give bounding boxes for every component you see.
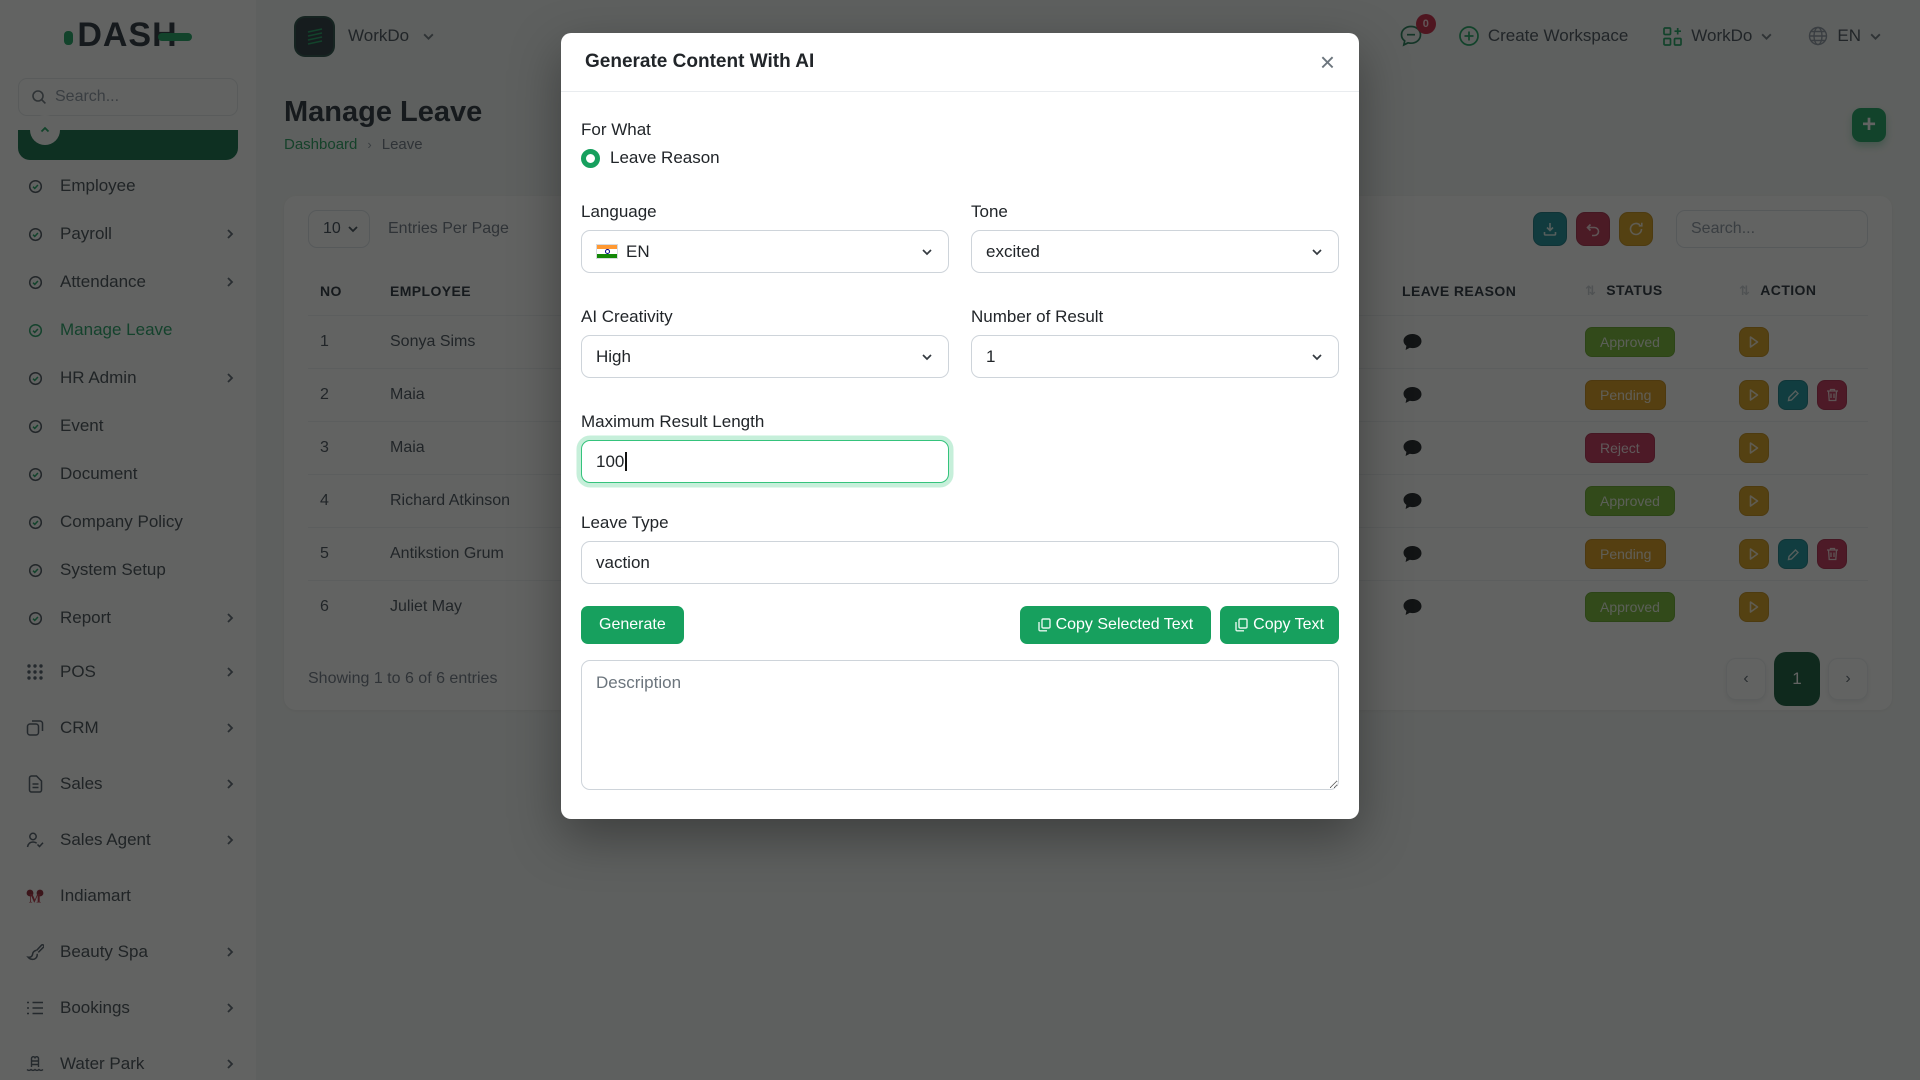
chevron-down-icon [920, 245, 934, 259]
generate-button[interactable]: Generate [581, 606, 684, 644]
copy-icon [1038, 618, 1051, 632]
tone-label: Tone [971, 202, 1339, 222]
copy-icon [1235, 618, 1248, 632]
for-what-label: For What [581, 120, 1339, 140]
leave-type-input[interactable]: vaction [581, 541, 1339, 584]
chevron-down-icon [1310, 245, 1324, 259]
number-of-result-select[interactable]: 1 [971, 335, 1339, 378]
text-caret [625, 452, 627, 471]
copy-selected-text-button[interactable]: Copy Selected Text [1020, 606, 1212, 644]
chevron-down-icon [920, 350, 934, 364]
leave-reason-radio[interactable] [581, 149, 600, 168]
language-select[interactable]: EN [581, 230, 949, 273]
generate-ai-modal: Generate Content With AI × For What Leav… [561, 33, 1359, 819]
max-result-length-label: Maximum Result Length [581, 412, 949, 432]
language-label: Language [581, 202, 949, 222]
leave-type-label: Leave Type [581, 513, 1339, 533]
app-canvas: DASH Employee [0, 0, 1920, 1080]
india-flag-icon [596, 244, 618, 259]
ai-creativity-label: AI Creativity [581, 307, 949, 327]
chevron-down-icon [1310, 350, 1324, 364]
description-textarea[interactable] [581, 660, 1339, 790]
modal-title: Generate Content With AI [585, 51, 814, 73]
ai-creativity-select[interactable]: High [581, 335, 949, 378]
close-icon[interactable]: × [1320, 49, 1335, 75]
number-of-result-label: Number of Result [971, 307, 1339, 327]
tone-select[interactable]: excited [971, 230, 1339, 273]
leave-reason-radio-label: Leave Reason [610, 148, 720, 168]
max-result-length-input[interactable]: 100 [581, 440, 949, 483]
copy-text-button[interactable]: Copy Text [1220, 606, 1339, 644]
